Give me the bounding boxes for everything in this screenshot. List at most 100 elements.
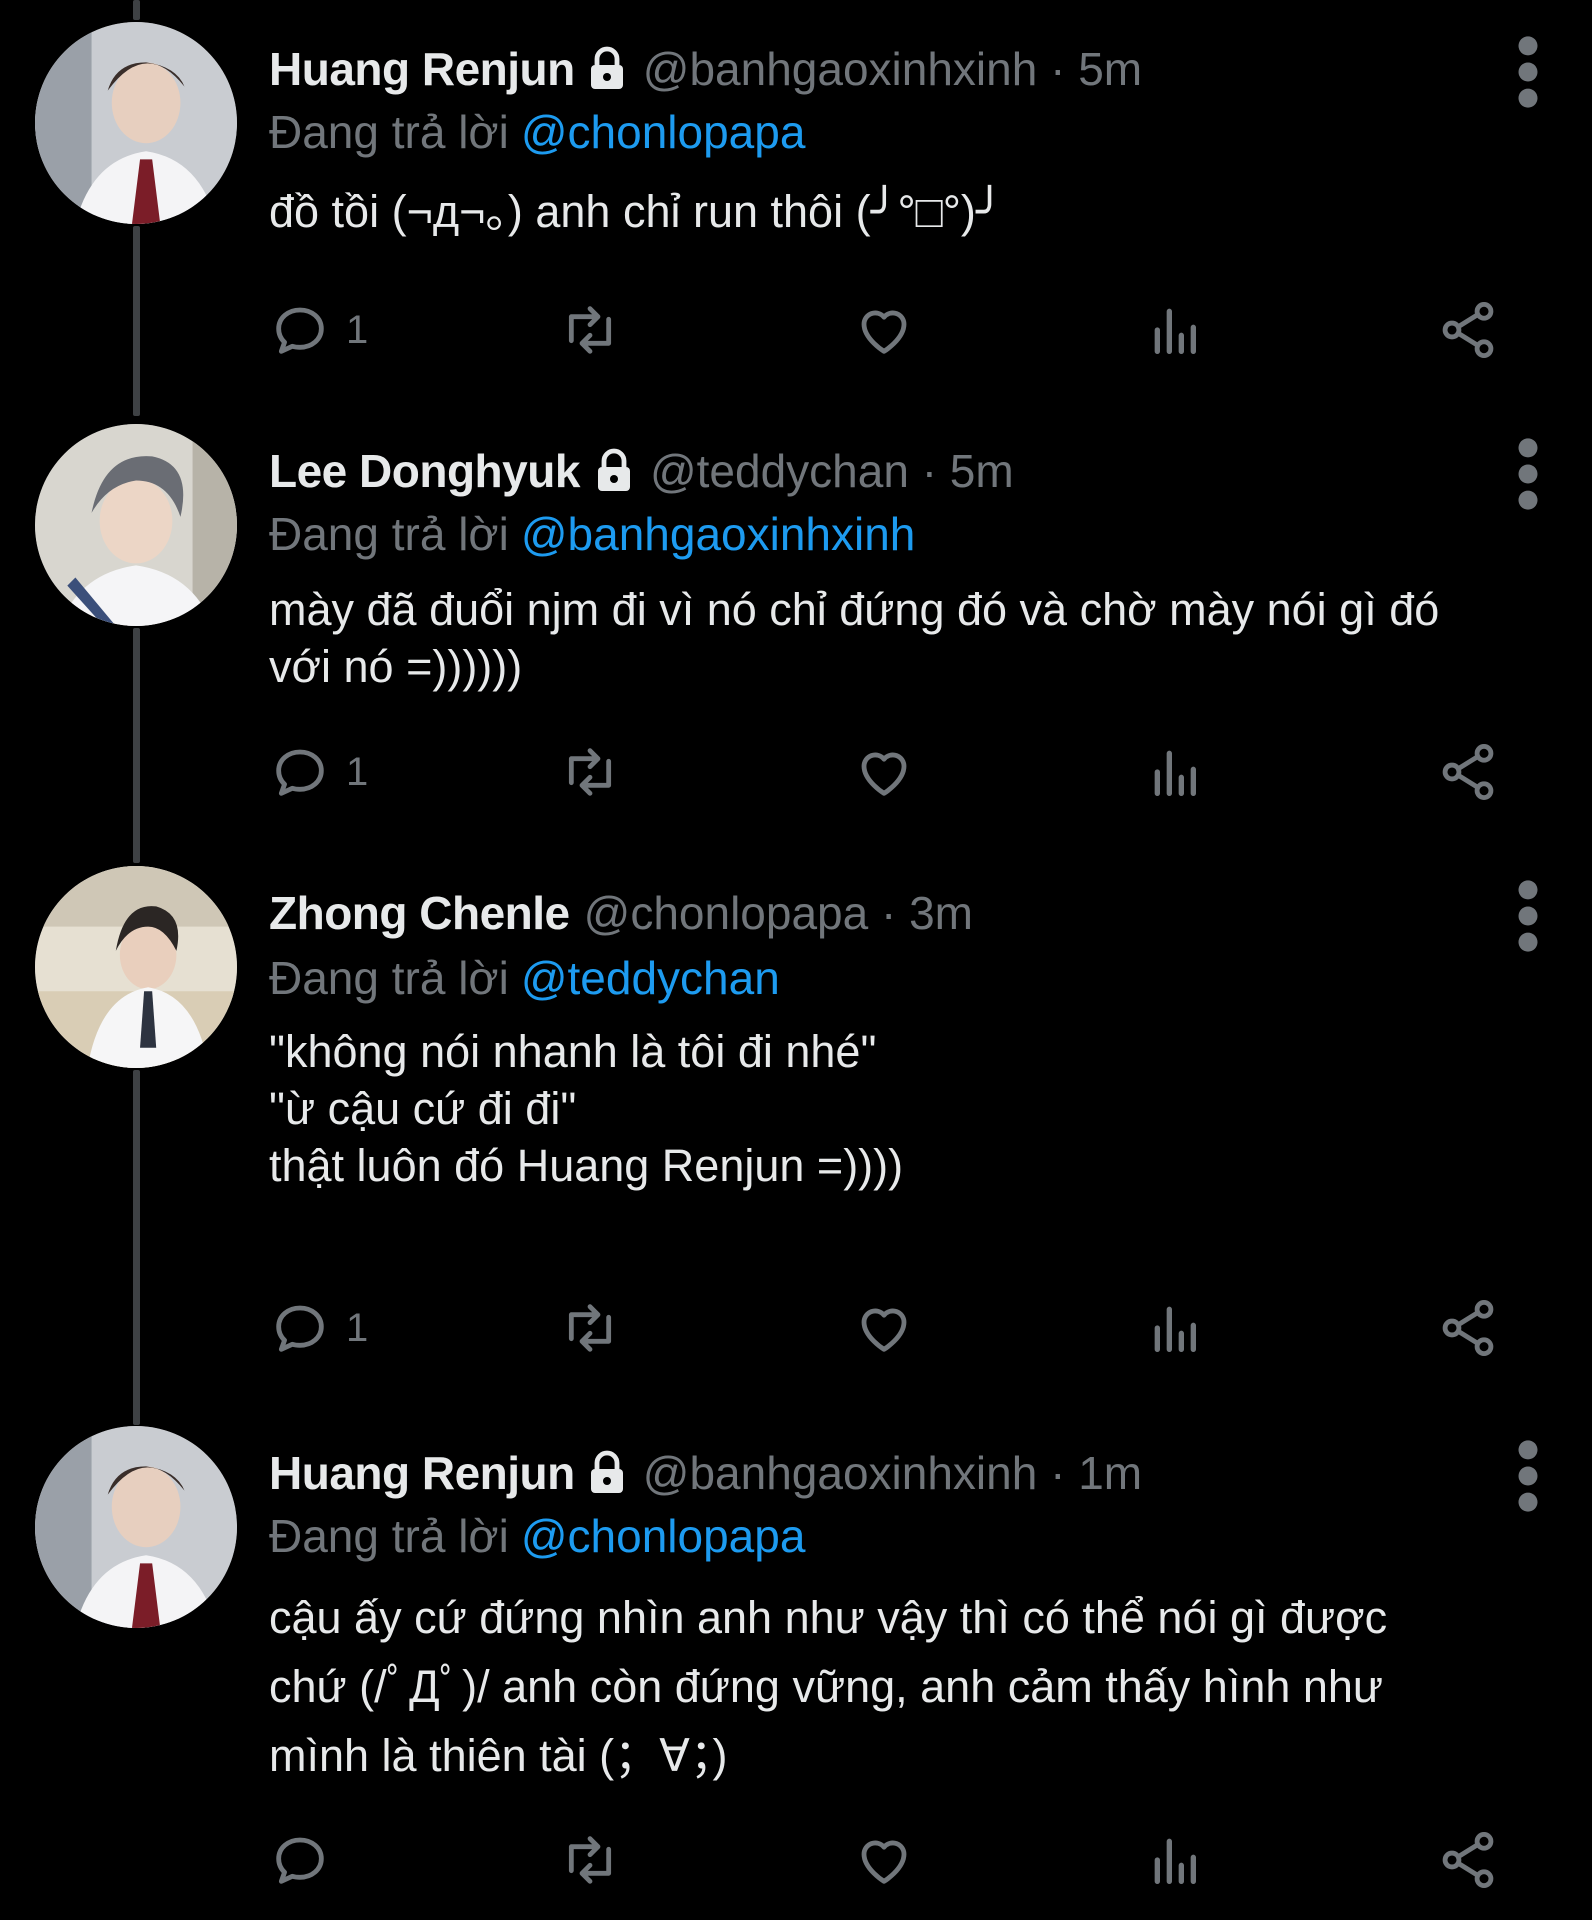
share-button[interactable] (1436, 1288, 1500, 1368)
like-button[interactable] (852, 1288, 916, 1368)
mention-link[interactable]: @chonlopapa (521, 1510, 806, 1562)
more-options-icon[interactable] (1516, 436, 1540, 512)
tweet-text-line: cậu ấy cứ đứng nhìn anh như vậy thì có t… (269, 1592, 1388, 1643)
views-icon (1154, 1838, 1196, 1884)
views-button[interactable] (1144, 732, 1208, 812)
retweet-icon (568, 1836, 612, 1884)
avatar-photo (35, 22, 237, 224)
reply-button[interactable]: 1 (268, 1288, 368, 1368)
more-options-icon[interactable] (1516, 878, 1540, 954)
like-icon (861, 1840, 907, 1884)
like-icon (861, 310, 907, 354)
share-icon (1442, 744, 1494, 800)
like-button[interactable] (852, 1820, 916, 1900)
tweet-header: Huang Renjun @banhgaoxinhxinh · 5m (269, 36, 1142, 102)
replying-to: Đang trả lời @chonlopapa (269, 99, 805, 165)
retweet-button[interactable] (558, 1820, 622, 1900)
tweet-header: Lee Donghyuk @teddychan · 5m (269, 438, 1014, 504)
views-icon (1154, 1306, 1196, 1352)
avatar[interactable] (35, 866, 237, 1068)
avatar-photo (35, 424, 237, 626)
replying-label: Đang trả lời (269, 952, 509, 1004)
mention-link[interactable]: @chonlopapa (521, 106, 806, 158)
avatar-photo (35, 866, 237, 1068)
tweet-text: "không nói nhanh là tôi đi nhé" "ừ cậu c… (269, 1023, 1536, 1194)
retweet-icon (568, 306, 612, 354)
retweet-button[interactable] (558, 1288, 622, 1368)
retweet-button[interactable] (558, 732, 622, 812)
tweet-text-line: mày đã đuổi njm đi vì nó chỉ đứng đó và … (269, 584, 1440, 635)
share-button[interactable] (1436, 732, 1500, 812)
more-options-icon[interactable] (1516, 34, 1540, 110)
mention-link[interactable]: @banhgaoxinhxinh (521, 508, 916, 560)
lock-icon (590, 447, 638, 495)
retweet-button[interactable] (558, 290, 622, 370)
reply-icon (276, 1837, 324, 1884)
reply-count: 1 (346, 307, 369, 352)
share-button[interactable] (1436, 1820, 1500, 1900)
reply-icon (276, 1305, 324, 1352)
views-icon (1154, 750, 1196, 796)
replying-to: Đang trả lời @chonlopapa (269, 1503, 805, 1569)
handle-and-time[interactable]: @banhgaoxinhxinh · 1m (643, 1440, 1142, 1506)
views-button[interactable] (1144, 290, 1208, 370)
share-icon (1442, 1832, 1494, 1888)
avatar[interactable] (35, 22, 237, 224)
replying-label: Đang trả lời (269, 1510, 509, 1562)
handle-and-time[interactable]: @teddychan · 5m (650, 438, 1014, 504)
reply-count: 1 (346, 749, 369, 794)
tweet-text-line: với nó =)))))) (269, 641, 523, 692)
tweet-text: cậu ấy cứ đứng nhìn anh như vậy thì có t… (269, 1583, 1536, 1790)
like-icon (861, 752, 907, 796)
retweet-icon (568, 748, 612, 796)
avatar-photo (35, 1426, 237, 1628)
tweet-text-line: mình là thiên tài (；∀；) (269, 1730, 728, 1781)
handle-and-time[interactable]: @chonlopapa · 3m (584, 880, 973, 946)
more-options-icon[interactable] (1516, 1438, 1540, 1514)
replying-label: Đang trả lời (269, 508, 509, 560)
share-icon (1442, 1300, 1494, 1356)
like-button[interactable] (852, 290, 916, 370)
replying-label: Đang trả lời (269, 106, 509, 158)
tweet-header: Zhong Chenle @chonlopapa · 3m (269, 880, 973, 946)
handle-and-time[interactable]: @banhgaoxinhxinh · 5m (643, 36, 1142, 102)
tweet-text-line: chứ (/ﾟДﾟ)/ anh còn đứng vững, anh cảm t… (269, 1661, 1384, 1712)
views-icon (1154, 308, 1196, 354)
reply-button[interactable]: 1 (268, 732, 368, 812)
action-bar (0, 1820, 1592, 1900)
reply-button[interactable]: 1 (268, 290, 368, 370)
display-name[interactable]: Huang Renjun (269, 1440, 575, 1506)
tweet-text-line: thật luôn đó Huang Renjun =)))) (269, 1140, 904, 1191)
views-button[interactable] (1144, 1288, 1208, 1368)
like-icon (861, 1308, 907, 1352)
mention-link[interactable]: @teddychan (521, 952, 780, 1004)
views-button[interactable] (1144, 1820, 1208, 1900)
reply-count: 1 (346, 1305, 369, 1350)
action-bar: 1 (0, 732, 1592, 812)
tweet-text-line: "không nói nhanh là tôi đi nhé" (269, 1026, 877, 1077)
action-bar: 1 (0, 290, 1592, 370)
tweet-text: đồ tồi (¬д¬。) anh chỉ run thôi (╯°□°)╯ (269, 183, 1536, 240)
share-icon (1442, 302, 1494, 358)
tweet-text: mày đã đuổi njm đi vì nó chỉ đứng đó và … (269, 581, 1536, 695)
display-name[interactable]: Zhong Chenle (269, 880, 570, 946)
lock-icon (583, 45, 631, 93)
thread-line (133, 1070, 140, 1425)
action-bar: 1 (0, 1288, 1592, 1368)
reply-icon (276, 749, 324, 796)
avatar[interactable] (35, 424, 237, 626)
retweet-icon (568, 1304, 612, 1352)
replying-to: Đang trả lời @banhgaoxinhxinh (269, 501, 915, 567)
display-name[interactable]: Huang Renjun (269, 36, 575, 102)
reply-icon (276, 307, 324, 354)
share-button[interactable] (1436, 290, 1500, 370)
tweet-text-line: "ừ cậu cứ đi đi" (269, 1083, 577, 1134)
like-button[interactable] (852, 732, 916, 812)
avatar[interactable] (35, 1426, 237, 1628)
reply-button[interactable] (268, 1820, 346, 1900)
tweet-text-line: đồ tồi (¬д¬。) anh chỉ run thôi (╯°□°)╯ (269, 186, 1003, 237)
display-name[interactable]: Lee Donghyuk (269, 438, 580, 504)
replying-to: Đang trả lời @teddychan (269, 945, 780, 1011)
tweet-header: Huang Renjun @banhgaoxinhxinh · 1m (269, 1440, 1142, 1506)
thread-line (133, 0, 140, 20)
